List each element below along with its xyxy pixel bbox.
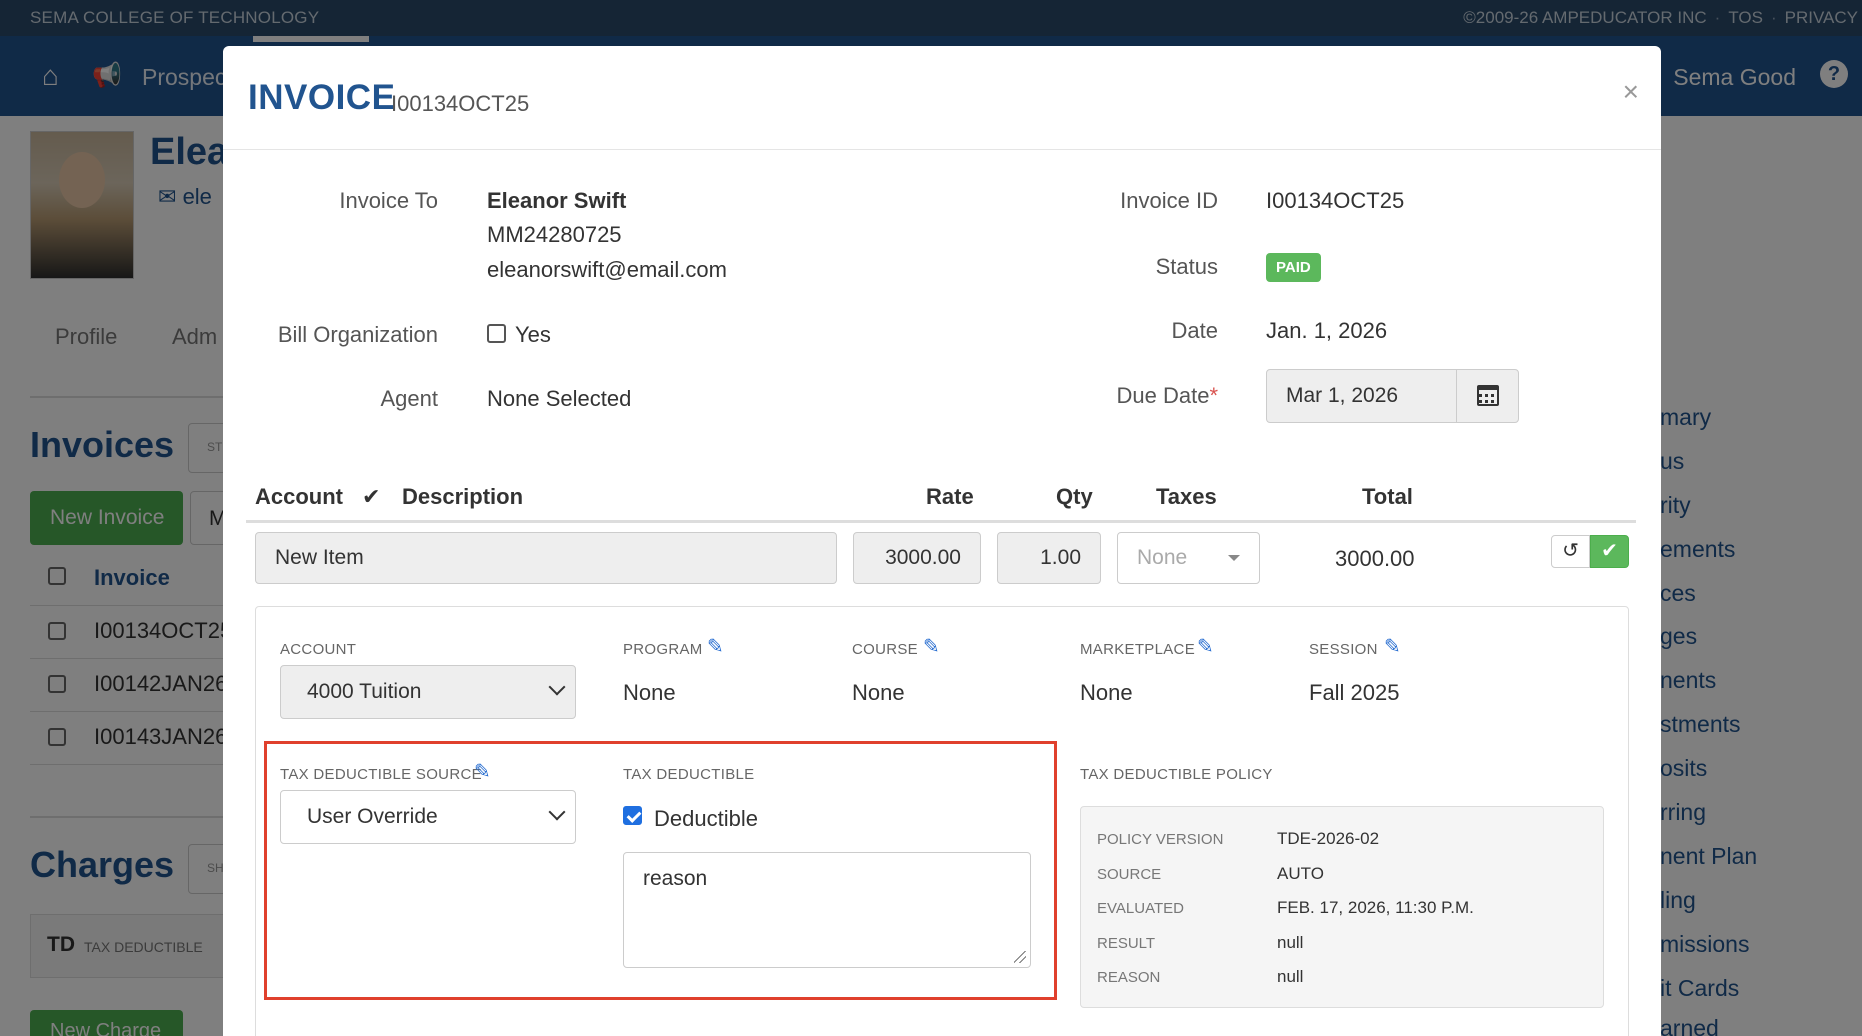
account-label: ACCOUNT xyxy=(280,641,357,658)
invoice-to-id: MM24280725 xyxy=(487,222,622,247)
due-date-input[interactable]: Mar 1, 2026 xyxy=(1266,369,1519,423)
policy-value: FEB. 17, 2026, 11:30 P.M. xyxy=(1277,898,1474,917)
policy-value: TDE-2026-02 xyxy=(1277,829,1380,848)
due-date-value[interactable]: Mar 1, 2026 xyxy=(1286,384,1398,408)
column-description: Description xyxy=(402,484,524,509)
program-label: PROGRAM xyxy=(623,641,703,658)
checkmark-icon: ✔ xyxy=(1601,540,1618,562)
column-rate: Rate xyxy=(926,484,974,509)
agent-label: Agent xyxy=(380,386,439,411)
account-select[interactable]: 4000 Tuition xyxy=(280,665,576,719)
course-value: None xyxy=(852,680,905,705)
tax-deductible-label: TAX DEDUCTIBLE xyxy=(623,766,755,783)
deductible-option[interactable]: Deductible xyxy=(654,806,758,832)
column-qty: Qty xyxy=(1056,484,1093,509)
due-date-label-text: Due Date xyxy=(1116,383,1210,408)
due-date-label: Due Date* xyxy=(1080,383,1218,409)
resize-handle-icon[interactable] xyxy=(1014,951,1026,963)
policy-key: EVALUATED xyxy=(1097,900,1184,917)
session-value: Fall 2025 xyxy=(1309,680,1400,705)
policy-key: POLICY VERSION xyxy=(1097,831,1224,848)
status-badge: PAID xyxy=(1266,253,1321,282)
status-label: Status xyxy=(1155,254,1218,279)
agent-value[interactable]: None Selected xyxy=(487,386,631,412)
date-label: Date xyxy=(1171,318,1218,343)
modal-header: INVOICE I00134OCT25 × xyxy=(223,46,1661,150)
invoice-to-name: Eleanor Swift xyxy=(487,188,627,213)
deductible-checkbox[interactable] xyxy=(623,806,642,825)
invoice-id-label: Invoice ID xyxy=(1120,188,1218,213)
policy-value: null xyxy=(1277,933,1304,952)
policy-key: SOURCE xyxy=(1097,866,1162,883)
qty-input[interactable]: 1.00 xyxy=(997,532,1101,584)
invoice-to-email: eleanorswift@email.com xyxy=(487,257,727,282)
course-label: COURSE xyxy=(852,641,918,658)
pencil-icon[interactable]: ✎ xyxy=(1384,634,1401,659)
tax-deductible-source-label: TAX DEDUCTIBLE SOURCE xyxy=(280,766,482,783)
chevron-down-icon xyxy=(548,678,566,696)
date-value: Jan. 1, 2026 xyxy=(1266,318,1388,343)
policy-value: AUTO xyxy=(1277,864,1324,883)
policy-key: RESULT xyxy=(1097,935,1156,952)
taxes-select[interactable]: None xyxy=(1117,532,1260,584)
pencil-icon[interactable]: ✎ xyxy=(923,634,940,659)
column-total: Total xyxy=(1362,484,1413,509)
tax-deductible-policy-label: TAX DEDUCTIBLE POLICY xyxy=(1080,766,1273,783)
rate-input[interactable]: 3000.00 xyxy=(853,532,981,584)
bill-organization-checkbox[interactable] xyxy=(487,324,506,343)
session-label: SESSION xyxy=(1309,641,1378,658)
taxes-placeholder: None xyxy=(1137,546,1188,569)
modal-subtitle: I00134OCT25 xyxy=(391,91,530,116)
chevron-down-icon xyxy=(1228,555,1240,561)
confirm-button[interactable]: ✔ xyxy=(1590,535,1629,568)
rate-value[interactable]: 3000.00 xyxy=(885,546,961,570)
marketplace-value: None xyxy=(1080,680,1133,705)
pencil-icon[interactable]: ✎ xyxy=(1197,634,1214,659)
description-value[interactable]: New Item xyxy=(275,546,364,570)
qty-value[interactable]: 1.00 xyxy=(1040,546,1081,570)
check-icon[interactable]: ✔ xyxy=(362,484,380,510)
row-total: 3000.00 xyxy=(1335,546,1415,571)
modal-title: INVOICE xyxy=(248,78,396,117)
policy-value: null xyxy=(1277,967,1304,986)
undo-icon: ↺ xyxy=(1562,540,1579,562)
column-taxes: Taxes xyxy=(1156,484,1217,509)
program-value: None xyxy=(623,680,676,705)
marketplace-label: MARKETPLACE xyxy=(1080,641,1195,658)
undo-button[interactable]: ↺ xyxy=(1551,535,1590,568)
tax-deductible-source-value[interactable]: User Override xyxy=(307,805,438,829)
reason-textarea[interactable]: reason xyxy=(623,852,1031,968)
calendar-button[interactable] xyxy=(1456,370,1518,422)
close-icon[interactable]: × xyxy=(1623,76,1639,108)
policy-key: REASON xyxy=(1097,969,1161,986)
bill-organization-label: Bill Organization xyxy=(277,322,438,347)
description-input[interactable]: New Item xyxy=(255,532,837,584)
pencil-icon[interactable]: ✎ xyxy=(474,759,491,784)
account-value[interactable]: 4000 Tuition xyxy=(307,680,421,704)
policy-details-box: POLICY VERSION TDE-2026-02 SOURCE AUTO E… xyxy=(1080,806,1604,1008)
pencil-icon[interactable]: ✎ xyxy=(707,634,724,659)
calendar-icon xyxy=(1477,385,1499,406)
required-marker: * xyxy=(1209,383,1218,408)
reason-value[interactable]: reason xyxy=(643,867,707,891)
chevron-down-icon xyxy=(548,803,566,821)
bill-organization-option[interactable]: Yes xyxy=(515,322,551,348)
invoice-id-value: I00134OCT25 xyxy=(1266,188,1405,213)
invoice-to-label: Invoice To xyxy=(339,188,438,213)
table-header-divider xyxy=(246,520,1636,523)
column-account: Account xyxy=(255,484,343,509)
tax-deductible-source-select[interactable]: User Override xyxy=(280,790,576,844)
